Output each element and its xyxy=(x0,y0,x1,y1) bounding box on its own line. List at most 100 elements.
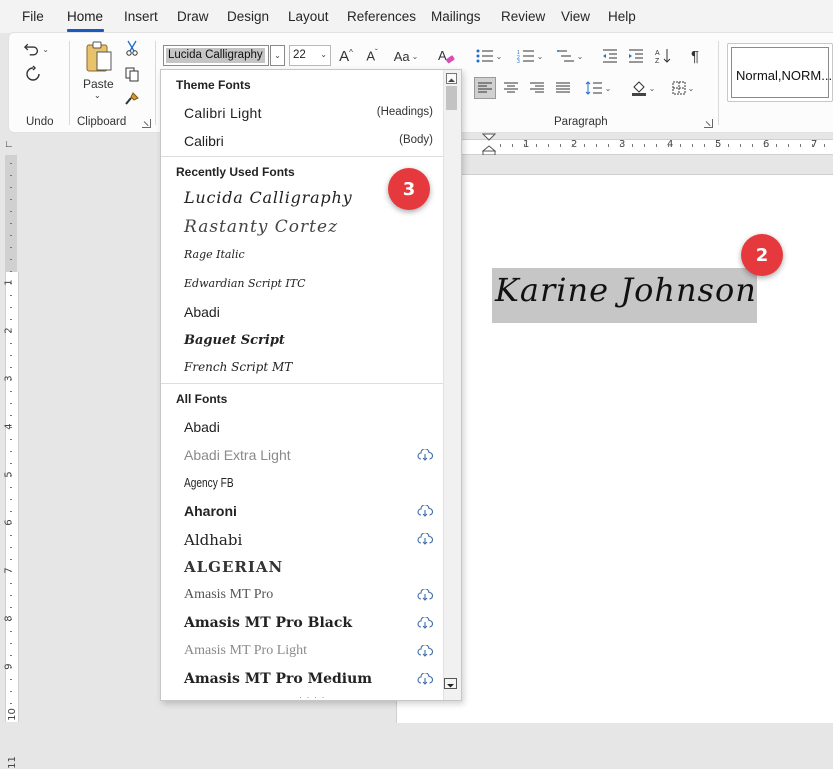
ruler-tick xyxy=(10,643,12,644)
shrink-font-button[interactable]: Aˇ xyxy=(363,46,381,66)
ruler-tick xyxy=(10,463,12,464)
line-spacing-button[interactable]: ⌄ xyxy=(581,77,615,99)
style-normal-tile[interactable]: Normal,NORM... xyxy=(731,47,833,98)
font-option[interactable]: ALGERIAN xyxy=(184,558,283,576)
horizontal-ruler[interactable]: 1234567 xyxy=(460,133,833,155)
indent-markers[interactable] xyxy=(482,133,496,155)
cloud-download-icon[interactable] xyxy=(417,673,433,685)
shading-button[interactable]: ⌄ xyxy=(627,77,659,99)
style-gallery[interactable]: Normal,NORM... xyxy=(727,43,833,102)
tab-mailings[interactable]: Mailings xyxy=(431,9,481,24)
tab-design[interactable]: Design xyxy=(227,9,269,24)
cloud-download-icon[interactable] xyxy=(417,505,433,517)
scroll-up-button[interactable] xyxy=(446,73,457,84)
font-option[interactable]: Amasis MT Pro Medium xyxy=(184,671,372,687)
font-name-dropdown-button[interactable]: ⌄ xyxy=(270,45,285,66)
cloud-download-icon[interactable] xyxy=(417,589,433,601)
cloud-download-icon[interactable] xyxy=(417,449,433,461)
tab-insert[interactable]: Insert xyxy=(124,9,158,24)
ruler-tick xyxy=(10,439,12,440)
style-normal-label: Normal,NORM... xyxy=(736,68,833,83)
align-center-button[interactable] xyxy=(501,77,521,99)
bullets-icon xyxy=(476,49,493,63)
font-option[interactable]: French Script MT xyxy=(184,360,292,374)
change-case-button[interactable]: Aa ⌄ xyxy=(391,46,421,66)
paste-label: Paste xyxy=(83,77,114,91)
font-option[interactable]: Amasis MT Pro Black xyxy=(184,615,352,631)
multilevel-list-button[interactable]: ⌄ xyxy=(555,46,585,66)
align-left-button[interactable] xyxy=(474,77,496,99)
ruler-tick xyxy=(10,511,12,512)
font-option[interactable]: Edwardian Script ITC xyxy=(184,277,306,290)
tab-review[interactable]: Review xyxy=(501,9,545,24)
tab-selector-icon[interactable]: ∟ xyxy=(4,139,14,150)
font-option[interactable]: Rage Italic xyxy=(184,248,245,261)
justify-button[interactable] xyxy=(553,77,573,99)
scroll-down-button[interactable] xyxy=(444,678,457,689)
font-option[interactable]: Lucida Calligraphy xyxy=(184,188,352,207)
copy-button[interactable] xyxy=(124,66,140,82)
show-formatting-marks-button[interactable]: ¶ xyxy=(686,46,704,66)
undo-group-label: Undo xyxy=(26,116,54,128)
increase-indent-button[interactable] xyxy=(626,46,646,66)
tab-references[interactable]: References xyxy=(347,9,416,24)
grow-font-button[interactable]: A^ xyxy=(337,46,355,66)
font-option[interactable]: Rastanty Cortez xyxy=(184,217,338,237)
tab-layout[interactable]: Layout xyxy=(288,9,329,24)
cut-button[interactable] xyxy=(124,40,140,56)
numbering-button[interactable]: 1 2 3 ⌄ xyxy=(515,46,545,66)
undo-button[interactable]: ⌄ xyxy=(23,39,49,59)
tab-help[interactable]: Help xyxy=(608,9,636,24)
scroll-thumb[interactable] xyxy=(446,86,457,110)
paint-bucket-icon xyxy=(631,81,646,96)
font-option[interactable]: Amasis MT Pro Light xyxy=(184,643,307,659)
sort-icon: AZ xyxy=(655,49,671,64)
paste-button[interactable] xyxy=(83,39,115,75)
ruler-tick xyxy=(10,187,12,188)
ruler-tick xyxy=(728,144,729,147)
cloud-download-icon[interactable] xyxy=(417,533,433,545)
font-option[interactable]: Abadi xyxy=(184,419,220,435)
font-option[interactable]: Amasis MT Pro xyxy=(184,587,273,603)
dropdown-scrollbar[interactable] xyxy=(443,70,461,700)
document-text[interactable]: Karine Johnson xyxy=(495,271,757,309)
font-option[interactable]: Aharoni xyxy=(184,503,237,519)
vertical-ruler[interactable]: 1234567891011 xyxy=(0,155,22,769)
paragraph-dialog-launcher[interactable] xyxy=(704,119,713,128)
clear-formatting-button[interactable]: A xyxy=(436,45,456,67)
clipboard-dialog-launcher[interactable] xyxy=(142,119,151,128)
font-option[interactable]: Aldhabi xyxy=(184,531,242,549)
font-option[interactable]: Abadi xyxy=(184,304,220,320)
tab-file[interactable]: File xyxy=(22,9,44,24)
ruler-tick xyxy=(560,144,561,147)
font-name-combobox[interactable]: Lucida Calligraphy xyxy=(163,45,269,66)
cloud-download-icon[interactable] xyxy=(417,645,433,657)
font-option[interactable]: Abadi Extra Light xyxy=(184,447,291,463)
font-size-combobox[interactable]: 22 ⌄ xyxy=(289,45,331,66)
font-dropdown-list[interactable]: Theme Fonts Calibri Light (Headings) Cal… xyxy=(160,69,462,701)
resize-grip-icon[interactable]: · · · · xyxy=(299,692,326,700)
group-divider xyxy=(69,41,70,125)
borders-icon xyxy=(672,81,686,95)
line-spacing-icon xyxy=(585,81,602,95)
ruler-track xyxy=(5,272,19,722)
borders-button[interactable]: ⌄ xyxy=(667,77,699,99)
bullets-button[interactable]: ⌄ xyxy=(474,46,504,66)
cloud-download-icon[interactable] xyxy=(417,617,433,629)
ruler-tick xyxy=(10,655,12,656)
tab-view[interactable]: View xyxy=(561,9,590,24)
ruler-tick xyxy=(584,144,585,147)
chevron-down-icon[interactable]: ⌄ xyxy=(94,91,101,100)
font-option[interactable]: Baguet Script xyxy=(184,333,285,348)
decrease-indent-button[interactable] xyxy=(600,46,620,66)
decrease-indent-icon xyxy=(603,49,617,63)
align-right-button[interactable] xyxy=(527,77,547,99)
tab-draw[interactable]: Draw xyxy=(177,9,209,24)
sort-button[interactable]: AZ xyxy=(653,46,673,66)
tab-home[interactable]: Home xyxy=(67,9,103,24)
redo-button[interactable] xyxy=(23,64,43,84)
font-option[interactable]: Agency FB xyxy=(184,475,234,490)
clear-formatting-icon: A xyxy=(438,48,455,64)
format-painter-button[interactable] xyxy=(124,91,140,107)
ruler-tick xyxy=(10,583,12,584)
